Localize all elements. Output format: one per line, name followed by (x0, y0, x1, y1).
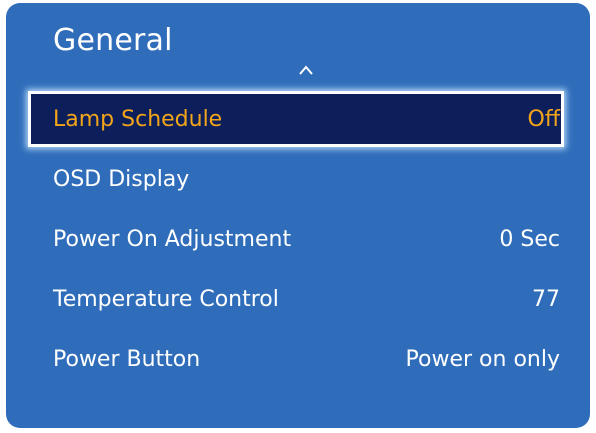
menu-list: Lamp Schedule Off OSD Display Power On A… (28, 91, 564, 389)
menu-item-lamp-schedule[interactable]: Lamp Schedule Off (28, 91, 564, 147)
chevron-up-icon[interactable] (299, 63, 313, 77)
menu-item-value: Off (527, 106, 560, 132)
general-menu-panel: General Lamp Schedule Off OSD Display Po… (6, 3, 590, 428)
menu-item-label: Lamp Schedule (53, 106, 223, 132)
menu-item-temperature-control[interactable]: Temperature Control 77 (28, 269, 564, 329)
menu-item-value: 77 (532, 286, 560, 312)
menu-item-label: OSD Display (53, 166, 190, 192)
menu-item-power-button[interactable]: Power Button Power on only (28, 329, 564, 389)
menu-item-label: Temperature Control (53, 286, 279, 312)
menu-item-label: Power On Adjustment (53, 226, 292, 252)
menu-item-value: 0 Sec (499, 226, 560, 252)
menu-item-osd-display[interactable]: OSD Display (28, 149, 564, 209)
menu-item-power-on-adjustment[interactable]: Power On Adjustment 0 Sec (28, 209, 564, 269)
menu-title: General (53, 23, 173, 58)
menu-item-label: Power Button (53, 346, 201, 372)
menu-item-value: Power on only (405, 346, 560, 372)
